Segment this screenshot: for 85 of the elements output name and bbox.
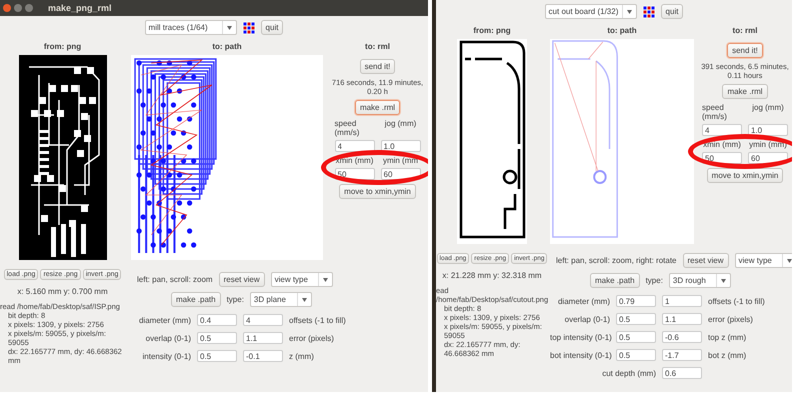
- ymin-field[interactable]: 60: [380, 168, 420, 180]
- view-hint: left: pan, scroll: zoom, right: rotate: [556, 256, 676, 265]
- move-button[interactable]: move to xmin,ymin: [706, 168, 784, 183]
- dropdown-arrow-icon: [626, 10, 632, 14]
- jog-field[interactable]: 1.0: [748, 124, 788, 136]
- field-label: xmin (mm): [703, 140, 741, 149]
- param-field[interactable]: -0.6: [662, 331, 702, 343]
- param-field[interactable]: 1: [662, 295, 702, 307]
- param-field[interactable]: 0.5: [616, 349, 656, 361]
- panel-heading: to: path: [606, 25, 638, 37]
- view-type-dropdown[interactable]: view type: [270, 272, 333, 287]
- field-label: diameter (mm): [556, 296, 610, 306]
- param-field[interactable]: -0.1: [243, 350, 283, 362]
- field-label: z (mm): [289, 352, 315, 360]
- field-label: offsets (-1 to fill): [708, 296, 766, 306]
- make-rml-button[interactable]: make .rml: [354, 100, 400, 115]
- reset-view-button[interactable]: reset view: [682, 253, 729, 268]
- field-label: overlap (0-1): [564, 314, 610, 324]
- make-rml-button[interactable]: make .rml: [722, 84, 768, 99]
- field-label: type:: [226, 295, 244, 304]
- field-label: ymin (mm: [382, 156, 418, 165]
- field-label: speed (mm/s): [702, 103, 728, 121]
- field-label: top z (mm): [708, 332, 748, 342]
- maximize-button[interactable]: [25, 4, 33, 12]
- param-field[interactable]: 0.5: [197, 350, 237, 362]
- param-field[interactable]: 0.5: [197, 332, 237, 344]
- param-field[interactable]: 0.4: [197, 314, 237, 326]
- dropdown-arrow-icon: [322, 278, 328, 282]
- cursor-position: x: 21.228 mm y: 32.318 mm: [442, 271, 542, 280]
- field-label: cut depth (mm): [601, 368, 656, 378]
- param-field[interactable]: 1.1: [662, 313, 702, 325]
- dropdown-arrow-icon: [720, 278, 726, 282]
- field-label: top intensity (0-1): [550, 332, 610, 342]
- field-label: jog (mm): [384, 119, 416, 130]
- send-button[interactable]: send it!: [727, 43, 763, 58]
- cursor-position: x: 5.160 mm y: 0.700 mm: [17, 287, 108, 296]
- param-field[interactable]: 0.5: [616, 313, 656, 325]
- speed-field[interactable]: 4: [334, 140, 374, 152]
- field-label: speed (mm/s): [334, 119, 360, 137]
- field-label: diameter (mm): [138, 316, 191, 324]
- speed-field[interactable]: 4: [702, 124, 742, 136]
- dropdown-arrow-icon: [302, 298, 307, 302]
- minimize-button[interactable]: [14, 4, 22, 12]
- field-label: offsets (-1 to fill): [289, 316, 347, 324]
- view-hint: left: pan, scroll: zoom: [137, 275, 213, 284]
- panel-heading: from: png: [44, 41, 82, 53]
- type-dropdown[interactable]: 3D plane: [250, 292, 312, 307]
- move-button[interactable]: move to xmin,ymin: [339, 184, 416, 199]
- quit-button[interactable]: quit: [660, 4, 684, 19]
- param-field[interactable]: 1.1: [243, 332, 283, 344]
- mode-dropdown[interactable]: cut out board (1/32): [544, 4, 637, 19]
- field-label: bot intensity (0-1): [550, 350, 610, 360]
- dropdown-arrow-icon: [226, 26, 232, 30]
- send-button[interactable]: send it!: [360, 59, 396, 74]
- field-label: bot z (mm): [708, 350, 748, 360]
- field-label: intensity (0-1): [142, 352, 191, 360]
- field-label: ymin (mm): [749, 140, 787, 149]
- param-field[interactable]: 4: [243, 314, 283, 326]
- type-dropdown[interactable]: 3D rough: [668, 273, 731, 288]
- dot-grid-icon: [242, 22, 255, 34]
- panel-heading: to: rml: [365, 41, 390, 53]
- reset-view-button[interactable]: reset view: [218, 272, 265, 287]
- param-field[interactable]: 0.79: [616, 295, 656, 307]
- make-path-button[interactable]: make .path: [590, 273, 640, 288]
- dot-grid-icon: [642, 6, 655, 18]
- field-label: xmin (mm): [336, 156, 374, 165]
- param-field[interactable]: -1.7: [662, 349, 702, 361]
- mode-dropdown[interactable]: mill traces (1/64): [144, 20, 237, 35]
- field-label: type:: [646, 276, 663, 285]
- field-label: error (pixels): [708, 314, 754, 324]
- view-type-dropdown[interactable]: view type: [734, 253, 792, 268]
- field-label: overlap (0-1): [144, 334, 191, 342]
- close-button[interactable]: [3, 4, 11, 12]
- field-label: jog (mm): [752, 103, 784, 114]
- param-field[interactable]: 0.6: [662, 367, 702, 379]
- make-path-button[interactable]: make .path: [171, 292, 221, 307]
- panel-heading: from: png: [473, 25, 511, 37]
- quit-button[interactable]: quit: [260, 20, 284, 35]
- panel-heading: to: rml: [732, 25, 758, 37]
- window-title: make_png_rml: [48, 3, 112, 13]
- jog-field[interactable]: 1.0: [380, 140, 420, 152]
- param-field[interactable]: 0.5: [616, 331, 656, 343]
- panel-heading: to: path: [211, 41, 243, 53]
- field-label: error (pixels): [289, 334, 335, 342]
- dropdown-arrow-icon: [786, 258, 792, 262]
